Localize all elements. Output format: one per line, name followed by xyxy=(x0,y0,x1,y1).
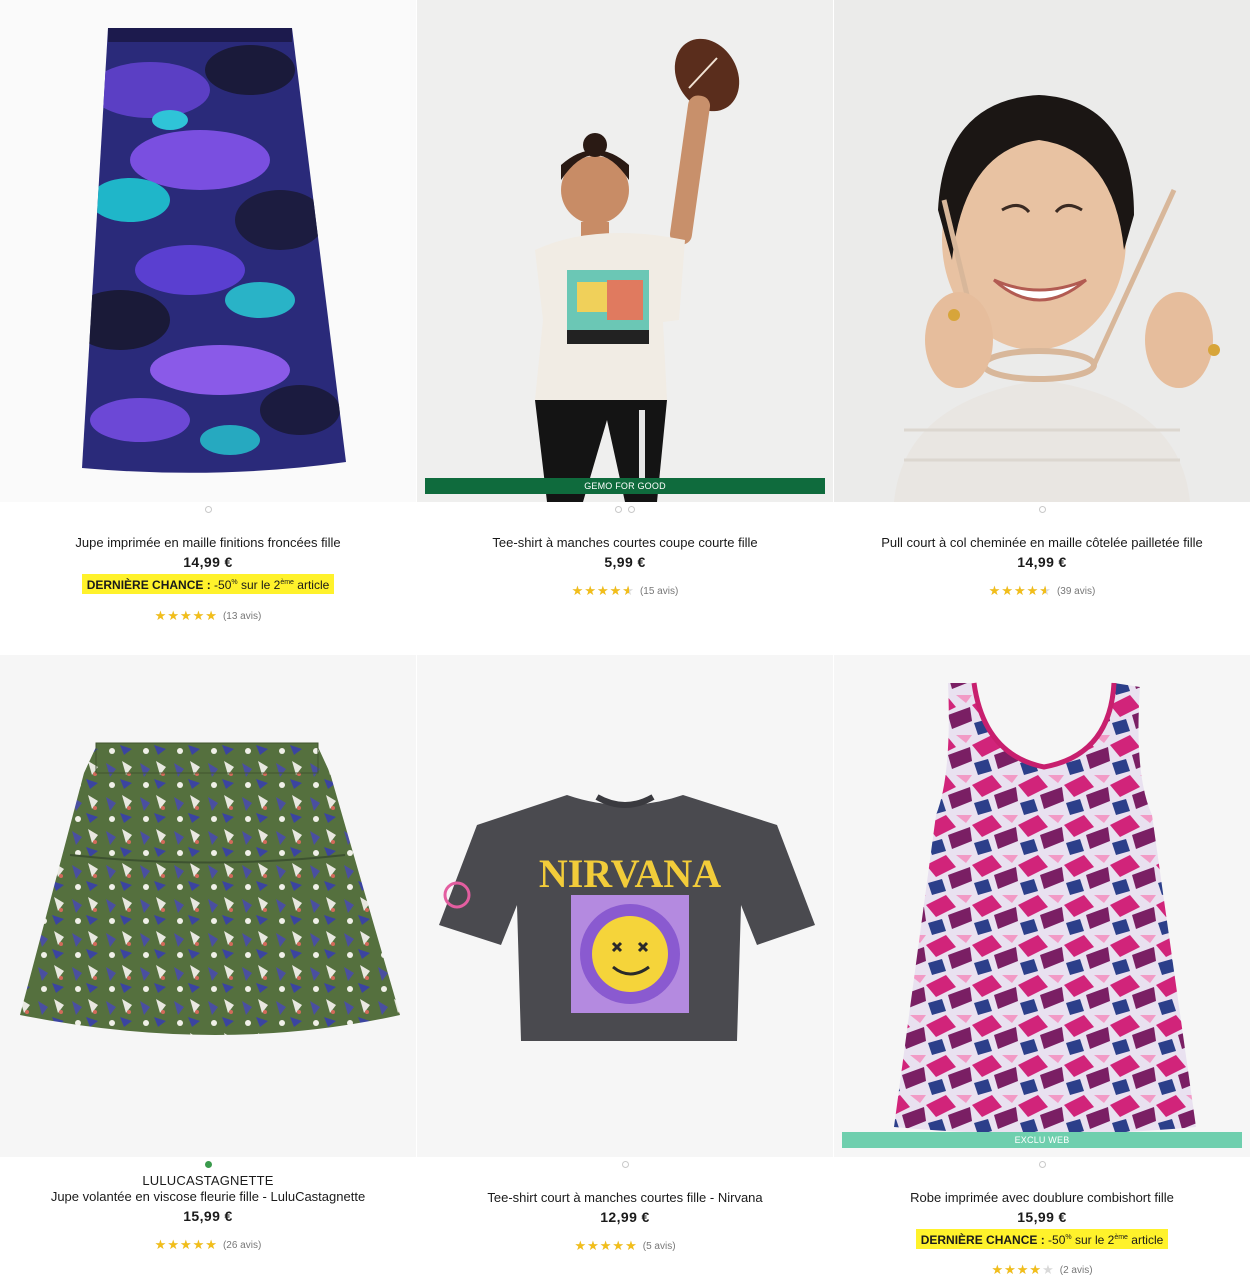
rating: ★★★★★ ★★★★★ (26 avis) xyxy=(0,1238,416,1252)
rating: ★★★★★ ★★★★★ (15 avis) xyxy=(417,584,833,598)
carousel-dot[interactable] xyxy=(1038,1161,1046,1168)
product-brand: LULUCASTAGNETTE xyxy=(142,1173,274,1188)
star-rating-icon: ★★★★★★★★★★ xyxy=(574,1238,638,1253)
carousel-dot[interactable] xyxy=(621,1161,629,1168)
product-image[interactable] xyxy=(0,655,416,1157)
star-rating-icon: ★★★★★★★★★★ xyxy=(991,1262,1055,1277)
reviews-count[interactable]: (15 avis) xyxy=(640,586,678,597)
image-carousel-dots xyxy=(417,506,833,513)
product-image[interactable]: GEMO FOR GOOD xyxy=(417,0,833,502)
rating: ★★★★★★★★★★ (2 avis) xyxy=(834,1263,1250,1277)
product-price: 14,99 € xyxy=(1017,554,1067,570)
promo-badge: DERNIÈRE CHANCE : -50% sur le 2ème artic… xyxy=(915,1229,1169,1249)
product-info: Tee-shirt à manches courtes coupe courte… xyxy=(417,534,833,598)
reviews-count[interactable]: (39 avis) xyxy=(1057,586,1095,597)
product-price: 12,99 € xyxy=(600,1209,650,1225)
product-title[interactable]: Jupe volantée en viscose fleurie fille -… xyxy=(0,1188,416,1206)
carousel-dot[interactable] xyxy=(204,1161,212,1168)
product-title[interactable]: Tee-shirt court à manches courtes fille … xyxy=(417,1189,833,1207)
product-info: LULUCASTAGNETTE Jupe volantée en viscose… xyxy=(0,1173,416,1252)
reviews-count[interactable]: (26 avis) xyxy=(223,1240,261,1251)
reviews-count[interactable]: (2 avis) xyxy=(1060,1265,1093,1276)
product-image[interactable]: NIRVANA xyxy=(417,655,833,1157)
star-rating-icon: ★★★★★★★★★★ xyxy=(154,1237,218,1252)
carousel-dot[interactable] xyxy=(204,506,212,513)
product-card[interactable]: LULUCASTAGNETTE Jupe volantée en viscose… xyxy=(0,655,416,1277)
product-card[interactable]: EXCLU WEB Robe imprimée avec doublure co… xyxy=(834,655,1250,1277)
product-card[interactable]: GEMO FOR GOOD Tee-shirt à manches courte… xyxy=(417,0,833,650)
promo-badge: DERNIÈRE CHANCE : -50% sur le 2ème artic… xyxy=(81,574,335,594)
image-carousel-dots xyxy=(0,1161,416,1168)
rating: ★★★★★ ★★★★★ (5 avis) xyxy=(417,1239,833,1253)
rating: ★★★★★ ★★★★★ (13 avis) xyxy=(0,609,416,623)
image-carousel-dots xyxy=(417,1161,833,1168)
product-image[interactable] xyxy=(0,0,416,502)
star-rating-icon: ★★★★★★★★★★ xyxy=(571,583,635,598)
product-info: Tee-shirt court à manches courtes fille … xyxy=(417,1189,833,1253)
gemo-for-good-badge: GEMO FOR GOOD xyxy=(425,478,825,494)
product-grid: Jupe imprimée en maille finitions froncé… xyxy=(0,0,1250,1277)
product-info: Pull court à col cheminée en maille côte… xyxy=(834,534,1250,598)
image-carousel-dots xyxy=(834,1161,1250,1168)
product-card[interactable]: NIRVANA Tee-shirt court à manches courte… xyxy=(417,655,833,1277)
product-price: 14,99 € xyxy=(183,554,233,570)
product-price: 5,99 € xyxy=(604,554,646,570)
carousel-dot[interactable] xyxy=(1038,506,1046,513)
reviews-count[interactable]: (5 avis) xyxy=(643,1241,676,1252)
nirvana-print-text: NIRVANA xyxy=(539,851,721,896)
image-carousel-dots xyxy=(834,506,1250,513)
rating: ★★★★★ ★★★★★ (39 avis) xyxy=(834,584,1250,598)
product-price: 15,99 € xyxy=(1017,1209,1067,1225)
exclu-web-badge: EXCLU WEB xyxy=(842,1132,1242,1148)
carousel-dot[interactable] xyxy=(628,506,635,513)
product-info: Jupe imprimée en maille finitions froncé… xyxy=(0,534,416,623)
reviews-count[interactable]: (13 avis) xyxy=(223,611,261,622)
product-image[interactable]: EXCLU WEB xyxy=(834,655,1250,1157)
star-rating-icon: ★★★★★★★★★★ xyxy=(988,583,1052,598)
product-info: Robe imprimée avec doublure combishort f… xyxy=(834,1189,1250,1277)
product-title[interactable]: Robe imprimée avec doublure combishort f… xyxy=(834,1189,1250,1207)
carousel-dot[interactable] xyxy=(615,506,622,513)
product-image[interactable] xyxy=(834,0,1250,502)
product-card[interactable]: Jupe imprimée en maille finitions froncé… xyxy=(0,0,416,650)
product-title[interactable]: Jupe imprimée en maille finitions froncé… xyxy=(0,534,416,552)
product-card[interactable]: Pull court à col cheminée en maille côte… xyxy=(834,0,1250,650)
product-price: 15,99 € xyxy=(183,1208,233,1224)
product-title[interactable]: Tee-shirt à manches courtes coupe courte… xyxy=(417,534,833,552)
star-rating-icon: ★★★★★★★★★★ xyxy=(154,608,218,623)
image-carousel-dots xyxy=(0,506,416,513)
product-title[interactable]: Pull court à col cheminée en maille côte… xyxy=(834,534,1250,552)
